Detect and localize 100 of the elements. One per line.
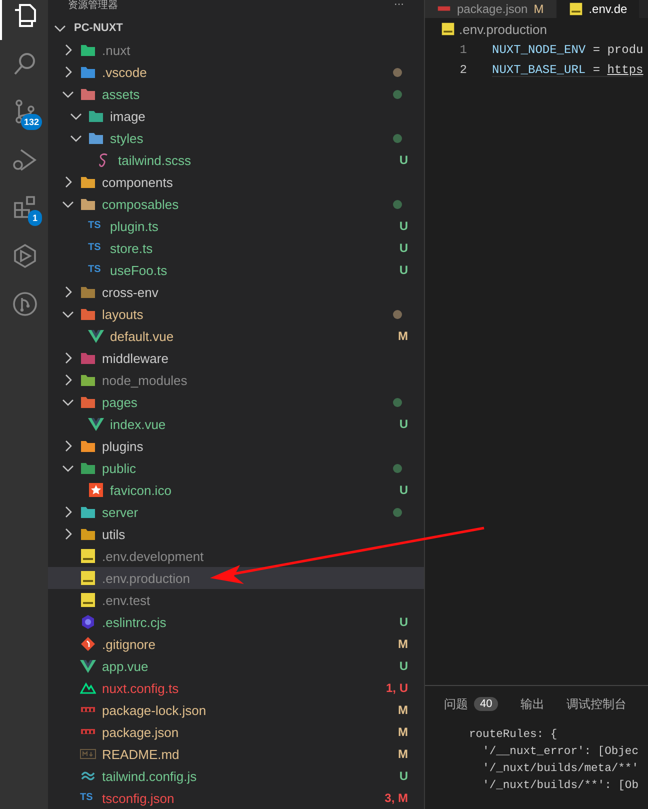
count-badge: 132 [20,114,42,130]
git-status: 1, U [386,681,408,695]
tree-item[interactable]: README.md M [48,743,424,765]
git-status: U [399,263,408,277]
panel-tab[interactable]: 输出 [520,694,544,714]
file-name: useFoo.ts [110,262,168,278]
panel-tab[interactable]: 调试控制台 [566,694,626,714]
file-name: pages [102,394,138,410]
code-line: NUXT_BASE_URL = https [492,63,644,77]
output-line: '/_nuxt/builds/meta/**' [482,762,640,777]
tree-item[interactable]: package-lock.json M [48,699,424,721]
git-graph-icon [12,291,38,317]
tree-item[interactable]: .env.test [48,589,424,611]
tree-item[interactable]: TS store.ts U [48,237,424,259]
file-name: composables [102,196,179,212]
breadcrumb[interactable]: .env.production [459,22,547,36]
tree-item[interactable]: .gitignore M [48,633,424,655]
tree-item[interactable]: plugins [48,435,424,457]
explorer-title: 资源管理器 [68,0,118,12]
git-status: U [399,615,408,629]
tree-item[interactable]: tailwind.scss U [48,149,424,171]
tree-item[interactable]: styles [48,127,424,149]
file-name: favicon.ico [110,482,172,498]
file-name: store.ts [110,240,153,256]
panel-tab[interactable]: 问题 40 [444,694,498,714]
ts-file-icon: TS [88,218,104,234]
tree-item[interactable]: pages [48,391,424,413]
file-name: middleware [102,350,168,366]
tree-item[interactable]: index.vue U [48,413,424,435]
file-name: node_modules [102,372,188,388]
file-name: index.vue [110,416,166,432]
editor-tab[interactable]: .env.de [556,0,640,18]
env-file-icon [80,570,96,586]
git-status: U [399,769,408,783]
output-line: routeRules: { [469,728,558,743]
git-status: M [398,329,408,343]
tree-item[interactable]: TS tsconfig.json 3, M [48,787,424,809]
git-status: U [399,241,408,255]
tree-item[interactable]: node_modules [48,369,424,391]
file-name: .vscode [102,64,147,80]
git-status: M [398,747,408,761]
file-name: .nuxt [102,42,130,58]
tree-item[interactable]: assets [48,83,424,105]
env-file-icon [80,548,96,564]
tree-item[interactable]: favicon.ico U [48,479,424,501]
tree-item[interactable]: .env.development [48,545,424,567]
tree-item[interactable]: .eslintrc.cjs U [48,611,424,633]
file-name: image [110,108,146,124]
tree-item[interactable]: .nuxt [48,39,424,61]
file-name: tailwind.config.js [102,768,197,784]
file-name: package.json [102,724,179,740]
tree-item[interactable]: middleware [48,347,424,369]
file-name: .gitignore [102,636,156,652]
file-name: public [102,460,136,476]
env-file-icon [80,592,96,608]
tree-item[interactable]: nuxt.config.ts 1, U [48,677,424,699]
code-line: NUXT_NODE_ENV = produ [492,43,644,57]
tree-item[interactable]: TS plugin.ts U [48,215,424,237]
more-actions-button[interactable]: ··· [394,0,404,10]
tree-item[interactable]: image [48,105,424,127]
tree-item[interactable]: .vscode [48,61,424,83]
tree-item[interactable]: composables [48,193,424,215]
extensions-icon [12,195,38,221]
file-name: layouts [102,306,144,322]
tree-item[interactable]: server [48,501,424,523]
line-number: 2 [458,63,468,77]
tree-item[interactable]: layouts [48,303,424,325]
env-file-icon [568,2,583,16]
tree-item[interactable]: components [48,171,424,193]
tree-item[interactable]: package.json M [48,721,424,743]
git-status: 3, M [384,791,408,805]
search-icon [12,51,38,77]
tree-item[interactable]: app.vue U [48,655,424,677]
run-debug-icon [12,147,38,173]
tree-item[interactable]: TS useFoo.ts U [48,259,424,281]
tree-item[interactable]: tailwind.config.js U [48,765,424,787]
v-logo-icon [88,328,104,344]
file-name: cross-env [102,284,158,300]
ts-file-icon: TS [88,240,104,256]
file-name: plugin.ts [110,218,158,234]
tree-item[interactable]: utils [48,523,424,545]
v-logo-icon [88,416,104,432]
tree-item[interactable]: default.vue M [48,325,424,347]
git-status: U [399,483,408,497]
file-name: plugins [102,438,144,454]
ts-file-icon: TS [88,262,104,278]
file-name: nuxt.config.ts [102,680,179,696]
tree-item[interactable]: cross-env [48,281,424,303]
ts-config-icon: TS [80,790,96,806]
git-status: U [399,417,408,431]
project-folder[interactable]: PC-NUXT [48,17,424,39]
file-name: utils [102,526,126,542]
tree-item[interactable]: .env.production [48,567,424,589]
markdown-icon [80,746,96,762]
env-file-icon [441,22,455,36]
file-name: package-lock.json [102,702,206,718]
git-status: U [399,219,408,233]
tree-item[interactable]: public [48,457,424,479]
file-name: styles [110,130,144,146]
editor-tab[interactable]: package.json M [425,0,557,18]
